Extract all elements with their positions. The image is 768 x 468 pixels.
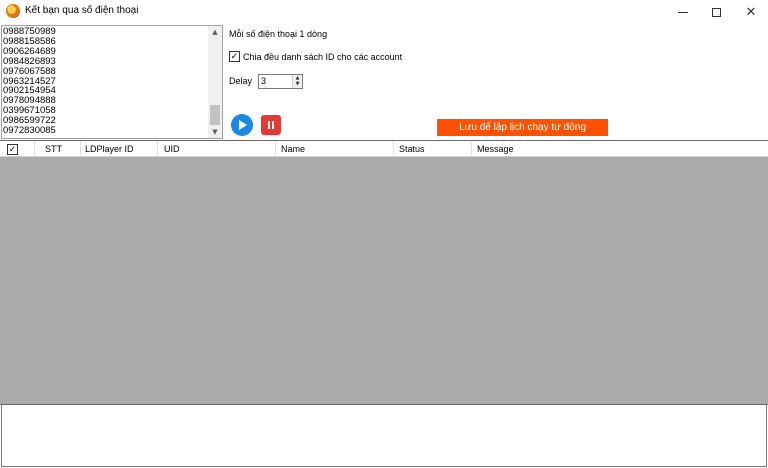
pause-icon xyxy=(268,121,270,129)
delay-label: Delay xyxy=(229,76,253,86)
window-title: Kết bạn qua số điện thoại xyxy=(25,5,139,16)
delay-spin-buttons: ▲ ▼ xyxy=(292,75,302,88)
minimize-button[interactable] xyxy=(666,0,700,24)
scroll-down-icon[interactable]: ▼ xyxy=(208,126,222,138)
close-icon: ✕ xyxy=(745,4,757,20)
start-button[interactable] xyxy=(231,114,253,136)
maximize-button[interactable] xyxy=(699,0,733,24)
column-header-uid[interactable]: UID xyxy=(160,141,276,157)
grid-header: ✓ STT LDPlayer ID UID Name Status Messag… xyxy=(0,141,768,157)
split-ids-label: Chia đều danh sách ID cho các account xyxy=(243,51,403,62)
column-header-name[interactable]: Name xyxy=(277,141,394,157)
phone-line: 0972830085 xyxy=(3,125,56,137)
title-bar: Kết bạn qua số điện thoại ✕ xyxy=(0,0,768,24)
one-number-per-line-hint: Mỗi số điện thoại 1 dòng xyxy=(229,29,328,39)
column-header-status[interactable]: Status xyxy=(395,141,472,157)
column-header-message[interactable]: Message xyxy=(473,141,768,157)
delay-stepper[interactable]: 3 ▲ ▼ xyxy=(258,74,303,89)
phone-numbers-textarea[interactable]: 0988750989 0988158586 0906264689 0984826… xyxy=(1,25,223,139)
minimize-icon xyxy=(678,11,688,13)
pause-icon-bar xyxy=(272,121,274,129)
maximize-icon xyxy=(711,7,721,17)
close-button[interactable]: ✕ xyxy=(734,0,768,24)
scroll-thumb[interactable] xyxy=(210,105,220,125)
vertical-scrollbar[interactable]: ▲ ▼ xyxy=(208,26,222,138)
stop-button[interactable] xyxy=(261,115,281,135)
column-header-stt[interactable]: STT xyxy=(41,141,81,157)
split-ids-checkbox[interactable]: ✓ xyxy=(229,51,240,62)
play-icon xyxy=(239,120,247,130)
spin-down-icon[interactable]: ▼ xyxy=(293,81,302,87)
log-textarea[interactable] xyxy=(1,405,767,467)
accounts-grid[interactable]: ✓ STT LDPlayer ID UID Name Status Messag… xyxy=(0,141,768,404)
delay-value[interactable]: 3 xyxy=(261,76,266,86)
app-logo-icon xyxy=(6,4,20,18)
select-all-checkbox[interactable]: ✓ xyxy=(7,144,18,155)
save-schedule-button[interactable]: Lưu để lập lịch chạy tự động xyxy=(437,119,608,136)
column-header-ldplayer-id[interactable]: LDPlayer ID xyxy=(81,141,158,157)
phone-numbers-list: 0988750989 0988158586 0906264689 0984826… xyxy=(3,27,208,139)
select-all-column[interactable]: ✓ xyxy=(0,141,35,157)
split-ids-option[interactable]: ✓ Chia đều danh sách ID cho các account xyxy=(229,51,402,62)
scroll-up-icon[interactable]: ▲ xyxy=(208,26,222,38)
